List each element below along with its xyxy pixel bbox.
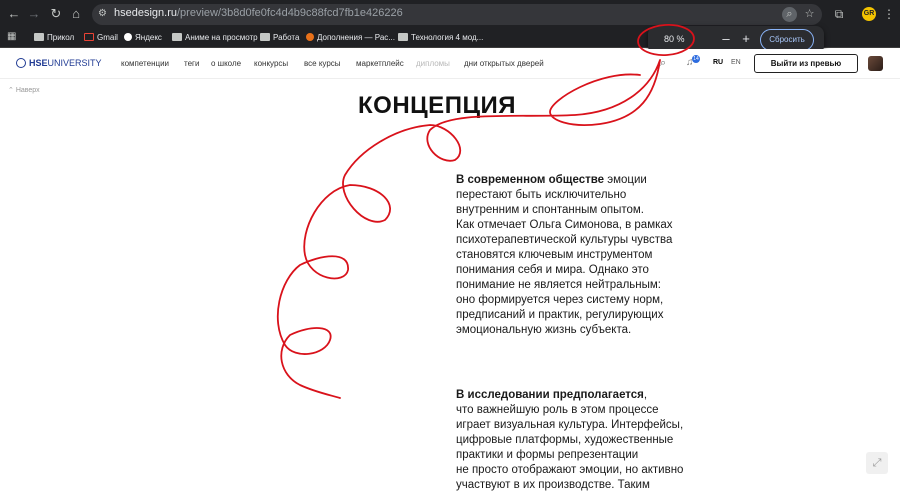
- chevron-up-icon: ⌃: [8, 87, 16, 94]
- zoom-in-button[interactable]: +: [738, 31, 754, 47]
- menu-dots-icon[interactable]: ⋮: [880, 5, 898, 23]
- folder-icon: [398, 33, 408, 41]
- text-line: играет визуальная культура. Интерфейсы,: [456, 419, 684, 431]
- bookmark-item[interactable]: Технология 4 мод...: [398, 31, 483, 45]
- nav-link[interactable]: дипломы: [416, 59, 450, 68]
- text-line: психотерапевтической культуры чувства: [456, 234, 673, 246]
- hse-logo-icon: [16, 58, 26, 68]
- text-line: цифровые платформы, художественные: [456, 434, 674, 446]
- notification-badge: 14: [692, 55, 700, 63]
- text-line: эмоциональную жизнь субъекта.: [456, 324, 632, 336]
- text-line: становятся ключевым инструментом: [456, 249, 653, 261]
- bookmark-item[interactable]: Аниме на просмотр: [172, 31, 258, 45]
- text-line: Как отмечает Ольга Симонова, в рамках: [456, 219, 673, 231]
- zoom-reset-button[interactable]: Сбросить: [760, 29, 814, 51]
- lang-en[interactable]: EN: [731, 59, 741, 66]
- text-line: оно формируется через систему норм,: [456, 294, 664, 306]
- concept-paragraph-2: В исследовании предполагается, что важне…: [456, 388, 706, 493]
- text-line: не просто отображают эмоции, но активно: [456, 464, 684, 476]
- zoom-out-button[interactable]: –: [718, 31, 734, 47]
- folder-icon: [260, 33, 270, 41]
- text-line: понимания себя и мира. Однако это: [456, 264, 649, 276]
- text-line: В современном обществе эмоции: [456, 174, 647, 186]
- text-line: участвуют в их производстве. Таким: [456, 479, 650, 491]
- text-line: что важнейшую роль в этом процессе: [456, 404, 659, 416]
- nav-link[interactable]: дни открытых дверей: [464, 59, 544, 68]
- folder-icon: [34, 33, 44, 41]
- home-icon[interactable]: ⌂: [68, 6, 84, 22]
- page-title: КОНЦЕПЦИЯ: [358, 92, 516, 119]
- text-line: предписаний и практик, регулирующих: [456, 309, 664, 321]
- concept-paragraph-1: В современном обществе эмоции перестают …: [456, 173, 706, 338]
- search-icon[interactable]: ⌕: [660, 57, 672, 69]
- exit-preview-button[interactable]: Выйти из превью: [754, 54, 858, 73]
- bookmark-item[interactable]: Дополнения — Рас...: [306, 31, 395, 45]
- site-info-icon[interactable]: ⚙: [98, 8, 110, 20]
- site-logo[interactable]: HSEUNIVERSITY: [16, 58, 102, 68]
- browser-toolbar: ← → ↻ ⌂ ⚙ hsedesign.ru/preview/3b8d0fe0f…: [0, 0, 900, 28]
- text-line: В исследовании предполагается,: [456, 389, 648, 401]
- zoom-icon[interactable]: ⌕: [782, 7, 797, 22]
- bookmark-item[interactable]: Gmail: [84, 31, 118, 45]
- nav-link[interactable]: о школе: [211, 59, 241, 68]
- extensions-icon[interactable]: ⧉: [830, 5, 848, 23]
- bookmark-star-icon[interactable]: ☆: [802, 7, 817, 22]
- fullscreen-icon[interactable]: ⤢: [866, 452, 888, 474]
- back-arrow-icon[interactable]: ←: [6, 6, 22, 22]
- bookmark-item[interactable]: Прикол: [34, 31, 74, 45]
- apps-grid-icon[interactable]: ▦: [7, 32, 17, 42]
- text-line: перестают быть исключительно: [456, 189, 627, 201]
- forward-arrow-icon[interactable]: →: [26, 6, 42, 22]
- bookmark-item[interactable]: Яндекс: [124, 31, 162, 45]
- text-line: практики и формы репрезентации: [456, 449, 639, 461]
- text-line: внутренним и спонтанным опытом.: [456, 204, 644, 216]
- yandex-icon: [124, 33, 132, 41]
- zoom-value: 80 %: [664, 34, 685, 44]
- url-text[interactable]: hsedesign.ru/preview/3b8d0fe0fc4d4b9c88f…: [114, 7, 403, 19]
- folder-icon: [172, 33, 182, 41]
- address-bar[interactable]: ⚙ hsedesign.ru/preview/3b8d0fe0fc4d4b9c8…: [92, 4, 822, 25]
- nav-link[interactable]: маркетплейс: [356, 59, 404, 68]
- user-avatar[interactable]: [868, 56, 883, 71]
- site-header: HSEUNIVERSITY компетенции теги о школе к…: [0, 49, 900, 79]
- gmail-icon: [84, 33, 94, 41]
- profile-avatar[interactable]: GR: [862, 7, 876, 21]
- nav-link[interactable]: все курсы: [304, 59, 341, 68]
- nav-link[interactable]: теги: [184, 59, 199, 68]
- nav-link[interactable]: конкурсы: [254, 59, 288, 68]
- text-line: понимание не является нейтральным:: [456, 279, 661, 291]
- bookmark-item[interactable]: Работа: [260, 31, 299, 45]
- nav-link[interactable]: компетенции: [121, 59, 169, 68]
- reload-icon[interactable]: ↻: [48, 6, 64, 22]
- lang-ru[interactable]: RU: [713, 59, 723, 66]
- back-to-top-link[interactable]: ⌃ Наверх: [8, 86, 40, 94]
- addon-icon: [306, 33, 314, 41]
